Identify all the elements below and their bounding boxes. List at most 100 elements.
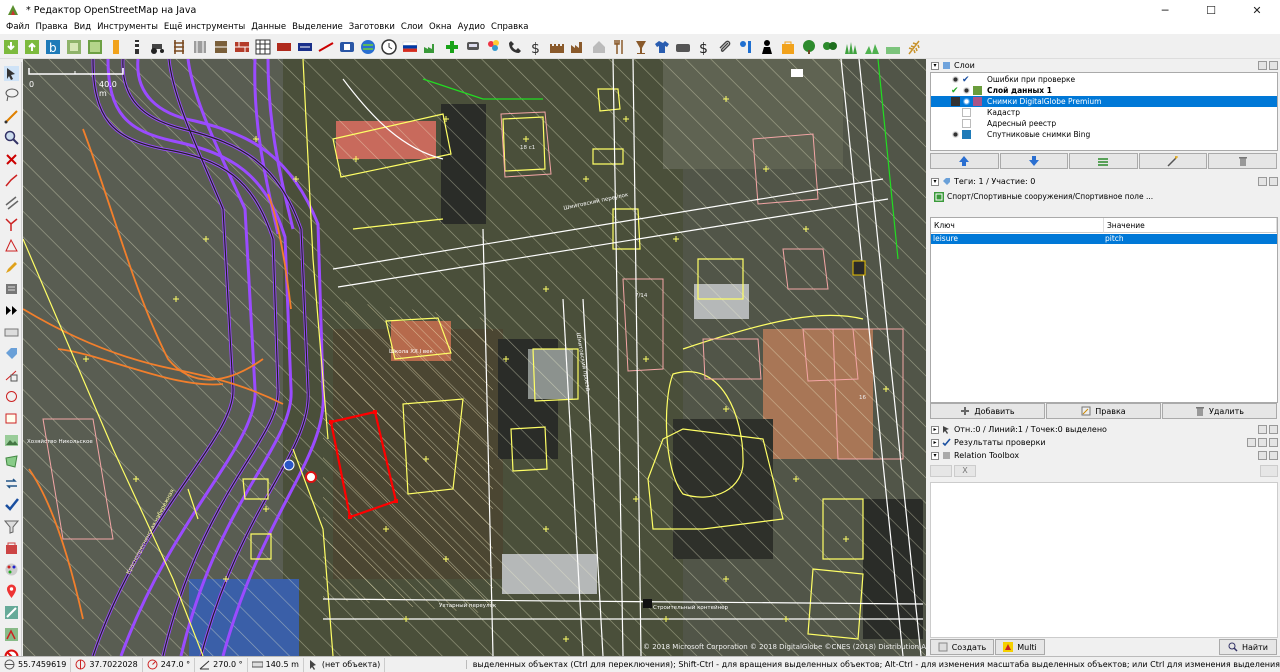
preset-industry-button[interactable] [569, 38, 587, 56]
menu-help[interactable]: Справка [488, 22, 531, 32]
preset-tap-button[interactable] [737, 38, 755, 56]
preset-forest-button[interactable] [821, 38, 839, 56]
edit-tag-button[interactable]: Правка [1046, 403, 1161, 419]
relation-add-button[interactable] [930, 465, 952, 477]
orthogonal-tool[interactable] [2, 410, 20, 428]
parallel-tool[interactable] [2, 194, 20, 212]
preset-money-button[interactable]: $ [695, 38, 713, 56]
preset-paperclip-button[interactable] [716, 38, 734, 56]
duplicate-layer-button[interactable] [1138, 153, 1208, 169]
preset-scrub-button[interactable] [863, 38, 881, 56]
layer-row[interactable]: ✔ Ошибки при проверке [931, 74, 1277, 85]
multipolygon-button[interactable]: Multi [995, 639, 1045, 655]
preset-clock-button[interactable] [380, 38, 398, 56]
dialog-close-button[interactable] [1269, 425, 1278, 434]
preset-flag-button[interactable] [401, 38, 419, 56]
tags-dialog-header[interactable]: ▾ Теги: 1 / Участие: 0 [928, 176, 1280, 187]
preset-sign-button[interactable] [296, 38, 314, 56]
detach-button[interactable] [1258, 438, 1267, 447]
more-tools[interactable] [2, 302, 20, 320]
download-button[interactable] [2, 38, 20, 56]
delete-layer-button[interactable] [1208, 153, 1277, 169]
create-relation-button[interactable]: Создать [930, 639, 994, 655]
tag-key-cell[interactable]: leisure [933, 234, 958, 243]
relation-toolbox-header[interactable]: ▾ Relation Toolbox [928, 450, 1280, 461]
preset-railway-button[interactable] [170, 38, 188, 56]
detach-button[interactable] [1258, 61, 1267, 70]
dialog-close-button[interactable] [1269, 451, 1278, 460]
hidden-layer-icon[interactable] [962, 108, 971, 117]
preset-grid-button[interactable] [254, 38, 272, 56]
preset-tree-button[interactable] [800, 38, 818, 56]
split-tool[interactable] [2, 172, 20, 190]
minimize-button[interactable]: ─ [1142, 0, 1188, 20]
ruler-tool[interactable] [2, 323, 20, 341]
dialog-close-button[interactable] [1269, 61, 1278, 70]
preset-factory-button[interactable] [422, 38, 440, 56]
expand-toggle[interactable]: ▸ [931, 425, 939, 434]
find-relation-button[interactable]: Найти [1219, 639, 1277, 655]
preset-shop-button[interactable] [779, 38, 797, 56]
upload-button[interactable] [23, 38, 41, 56]
palette-tool[interactable] [2, 561, 20, 579]
collapse-toggle[interactable]: ▾ [931, 451, 939, 460]
detach-button[interactable] [1258, 451, 1267, 460]
dialog-close-button[interactable] [1269, 177, 1278, 186]
preset-balloon-button[interactable] [485, 38, 503, 56]
marker-tool[interactable] [2, 582, 20, 600]
detach-button[interactable] [1258, 177, 1267, 186]
menu-view[interactable]: Вид [71, 22, 94, 32]
menu-presets[interactable]: Заготовки [346, 22, 398, 32]
menu-edit[interactable]: Правка [32, 22, 70, 32]
preset-gate-button[interactable] [212, 38, 230, 56]
menu-audio[interactable]: Аудио [455, 22, 488, 32]
circle-tool[interactable] [2, 388, 20, 406]
layers-dialog-header[interactable]: ▾ Слои [928, 60, 1280, 71]
expand-toggle[interactable]: ▸ [931, 438, 939, 447]
preset-cutlery-button[interactable] [611, 38, 629, 56]
preset-cross-button[interactable] [443, 38, 461, 56]
menu-layers[interactable]: Слои [398, 22, 426, 32]
close-button[interactable]: ✕ [1234, 0, 1280, 20]
zoom-tool[interactable] [2, 129, 20, 147]
area-tool[interactable] [2, 453, 20, 471]
imagery-button-2[interactable] [86, 38, 104, 56]
relation-remove-button[interactable]: X [954, 465, 976, 477]
preset-bag-button[interactable] [674, 38, 692, 56]
menu-tools[interactable]: Инструменты [94, 22, 161, 32]
tag-tool[interactable] [2, 345, 20, 363]
menu-more-tools[interactable]: Ещё инструменты [161, 22, 248, 32]
tag-value-cell[interactable]: pitch [1105, 234, 1124, 243]
preset-wall-button[interactable] [233, 38, 251, 56]
layer-row[interactable]: ✔ Слой данных 1 [931, 85, 1277, 96]
preset-brick-button[interactable] [275, 38, 293, 56]
preset-grass-button[interactable] [842, 38, 860, 56]
preset-dollar-button[interactable]: $ [527, 38, 545, 56]
delete-tag-button[interactable]: Удалить [1162, 403, 1277, 419]
imagery-button-1[interactable] [65, 38, 83, 56]
preset-house-button[interactable] [590, 38, 608, 56]
move-layer-up-button[interactable] [930, 153, 999, 169]
menu-file[interactable]: Файл [3, 22, 32, 32]
visibility-eye-icon[interactable] [962, 86, 971, 95]
preset-person-button[interactable] [758, 38, 776, 56]
maximize-button[interactable]: ☐ [1188, 0, 1234, 20]
preset-train-button[interactable] [464, 38, 482, 56]
menu-data[interactable]: Данные [248, 22, 289, 32]
collapse-toggle[interactable]: ▾ [931, 61, 939, 70]
layer-row[interactable]: Кадастр [931, 107, 1277, 118]
relation-tool[interactable] [2, 539, 20, 557]
pencil-tool[interactable] [2, 258, 20, 276]
align-tool[interactable] [2, 366, 20, 384]
selection-dialog-header[interactable]: ▸ Отн.:0 / Линий:1 / Точек:0 выделено [928, 424, 1280, 435]
preset-info-button[interactable] [338, 38, 356, 56]
map-canvas[interactable] [23, 59, 926, 656]
collapse-toggle[interactable]: ▾ [931, 177, 939, 186]
move-layer-down-button[interactable] [999, 153, 1069, 169]
delete-tool[interactable] [2, 150, 20, 168]
add-tag-button[interactable]: Добавить [930, 403, 1045, 419]
layer-row[interactable]: Адресный реестр [931, 118, 1277, 129]
preset-shirt-button[interactable] [653, 38, 671, 56]
map-view[interactable]: 0 40.0 m Школа XX I век Шмитовский переу… [23, 59, 926, 656]
reverse-tool[interactable] [2, 474, 20, 492]
